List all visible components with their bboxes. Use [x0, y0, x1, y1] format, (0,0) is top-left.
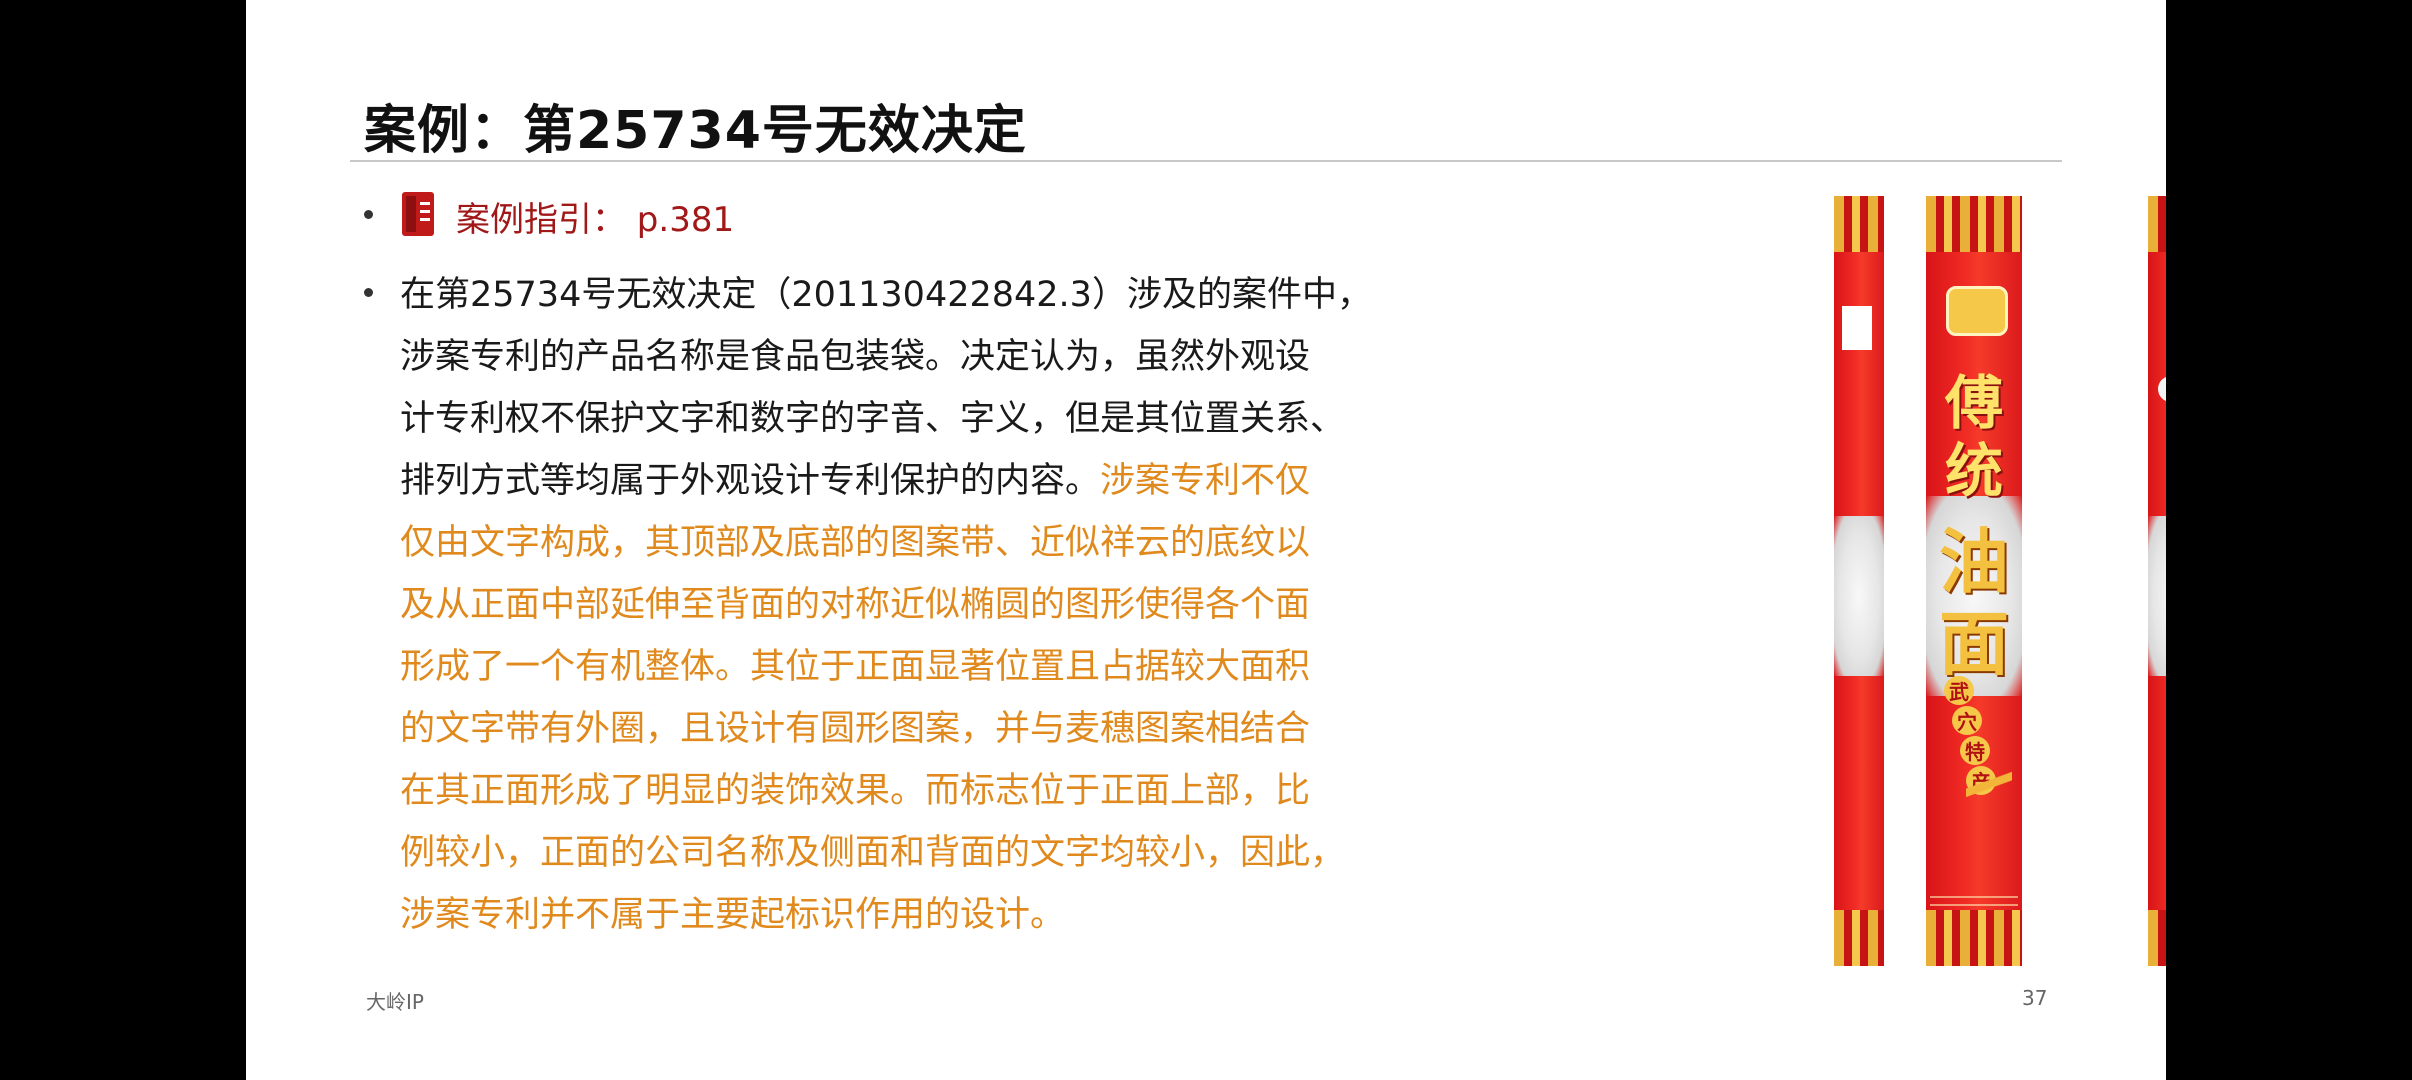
- brand-logo: [1946, 286, 2008, 336]
- body-line-highlight: 形成了一个有机整体。其位于正面显著位置且占据较大面积: [400, 636, 1310, 698]
- body-line: 涉案专利的产品名称是食品包装袋。决定认为，虽然外观设: [400, 326, 1310, 388]
- cloud-pattern: [2148, 516, 2166, 676]
- body-line-highlight: 及从正面中部延伸至背面的对称近似椭圆的图形使得各个面: [400, 574, 1310, 636]
- package-char: 统: [1926, 424, 2022, 508]
- body-text-plain: 排列方式等均属于外观设计专利保护的内容。: [400, 461, 1100, 501]
- body-text-highlight: 涉案专利不仅: [1100, 461, 1310, 501]
- body-line-highlight: 的文字带有外圈，且设计有圆形图案，并与麦穗图案相结合: [400, 698, 1310, 760]
- bullet-dot: [364, 210, 373, 219]
- package-front: 傅 统 油 面 武 穴 特 产: [1926, 196, 2022, 966]
- body-line-highlight: 仅由文字构成，其顶部及底部的图案带、近似祥云的底纹以: [400, 512, 1310, 574]
- barcode-area: [1842, 306, 1872, 350]
- package-side-left: [1834, 196, 1884, 966]
- badge-char: 穴: [1952, 706, 1982, 735]
- package-side-right: [2148, 196, 2166, 966]
- circle-emblem: [2158, 376, 2166, 402]
- fine-print: [1930, 904, 2018, 906]
- page-number: 37: [2022, 986, 2047, 1010]
- case-reference-text: 案例指引： p.381: [456, 192, 734, 241]
- cloud-pattern: [1834, 516, 1884, 676]
- body-line-highlight: 例较小，正面的公司名称及侧面和背面的文字均较小，因此，: [400, 822, 1345, 884]
- slide: 案例：第25734号无效决定 案例指引： p.381 在第25734号无效决定（…: [246, 0, 2166, 1080]
- body-line-mixed: 排列方式等均属于外观设计专利保护的内容。涉案专利不仅: [400, 450, 1310, 512]
- wheat-ear-icon: [1966, 756, 2012, 846]
- body-line: 计专利权不保护文字和数字的字音、字义，但是其位置关系、: [400, 388, 1345, 450]
- slide-title: 案例：第25734号无效决定: [364, 88, 1027, 163]
- footer-brand: 大岭IP: [366, 986, 424, 1015]
- package-design-image: 傅 统 油 面 武 穴 特 产: [1576, 186, 2016, 976]
- package-char: 面: [1926, 588, 2022, 689]
- body-line: 在第25734号无效决定（201130422842.3）涉及的案件中，: [400, 264, 1372, 326]
- body-line-highlight: 涉案专利并不属于主要起标识作用的设计。: [400, 884, 1065, 946]
- fine-print: [1930, 896, 2018, 898]
- badge-char: 武: [1944, 676, 1974, 705]
- body-line-highlight: 在其正面形成了明显的装饰效果。而标志位于正面上部，比: [400, 760, 1310, 822]
- bullet-dot: [364, 288, 373, 297]
- bookmark-icon: [400, 190, 438, 238]
- title-divider: [350, 160, 2062, 162]
